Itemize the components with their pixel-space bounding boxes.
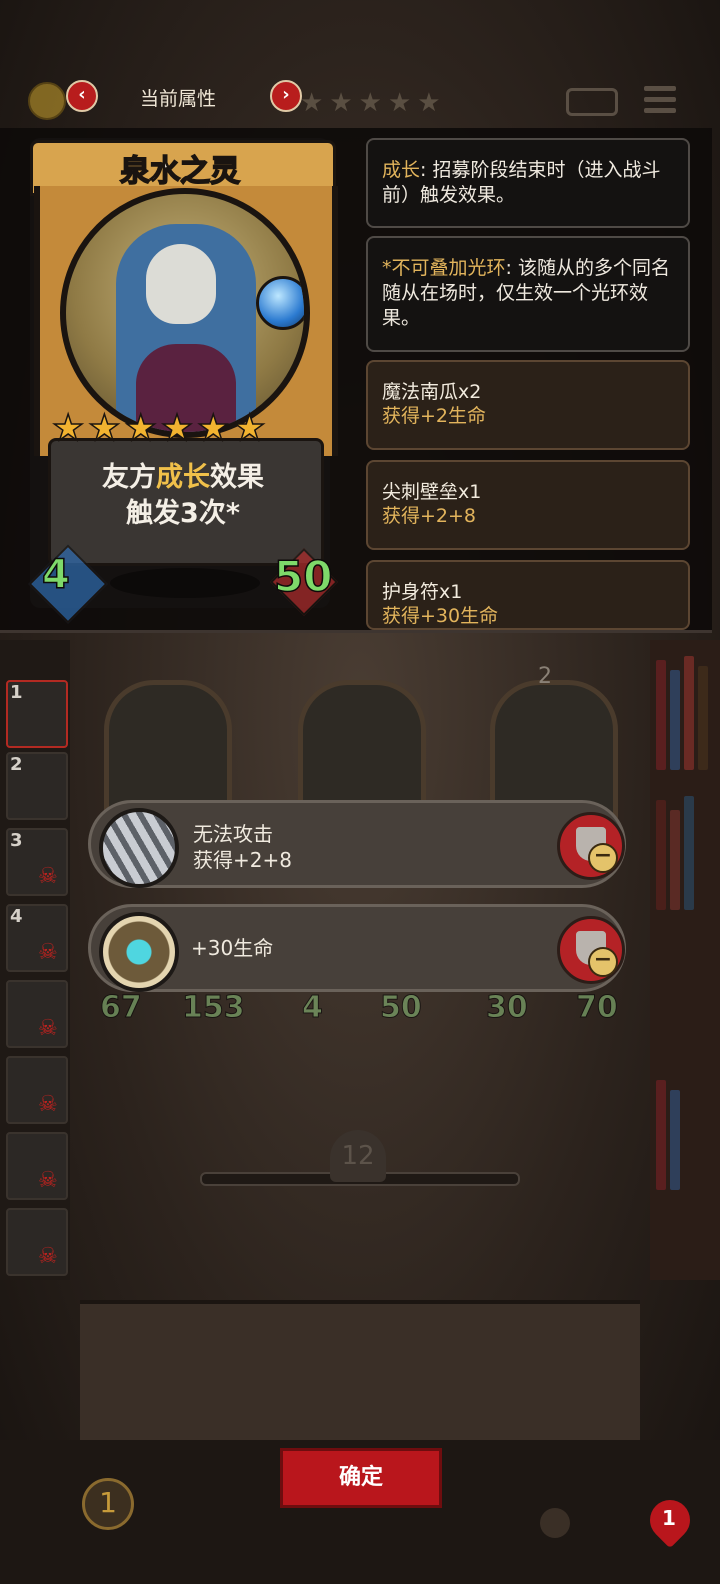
prev-page-button[interactable]: ‹ bbox=[66, 80, 98, 112]
slot-number: 2 bbox=[10, 754, 23, 775]
star-icon: ★ bbox=[358, 88, 382, 118]
warband-slot[interactable]: 1 bbox=[6, 680, 68, 748]
elf-face bbox=[146, 244, 216, 324]
warband-slot[interactable]: 3 ☠ bbox=[6, 828, 68, 896]
card-attack: 4 bbox=[41, 551, 70, 599]
card-name: 泉水之灵 bbox=[119, 153, 241, 190]
level-badge[interactable]: 1 bbox=[82, 1478, 134, 1530]
skull-icon: ☠ bbox=[38, 864, 58, 889]
minus-icon: − bbox=[588, 947, 618, 977]
effect-text-a: 友方 bbox=[102, 462, 156, 493]
lives-count: 1 bbox=[662, 1506, 676, 1530]
buff-source-gain: 获得+30生命 bbox=[382, 605, 499, 627]
star-icon: ★ bbox=[387, 88, 412, 118]
floor-trapdoor bbox=[80, 1300, 640, 1444]
slot-number: 3 bbox=[10, 830, 23, 851]
modifier-row: +30生命 − bbox=[88, 904, 626, 992]
minion-health: 70 bbox=[576, 990, 619, 1026]
skull-icon: ☠ bbox=[38, 1244, 58, 1269]
remove-modifier-button[interactable]: − bbox=[557, 916, 625, 984]
buff-source-item: 尖刺壁垒x1 获得+2+8 bbox=[366, 460, 690, 550]
modifier-line1: 无法攻击 bbox=[193, 822, 273, 846]
card-health: 50 bbox=[273, 551, 333, 602]
modifier-text: 无法攻击 获得+2+8 bbox=[193, 821, 292, 873]
warband-slot[interactable]: 2 bbox=[6, 752, 68, 820]
star-icon: ★ bbox=[51, 407, 85, 450]
modifier-text: +30生命 bbox=[191, 935, 273, 961]
amulet-icon bbox=[99, 912, 179, 992]
skull-icon: ☠ bbox=[38, 1016, 58, 1041]
warband-slot[interactable]: ☠ bbox=[6, 980, 68, 1048]
star-icon: ★ bbox=[124, 407, 158, 450]
minion-attack: 67 bbox=[100, 990, 143, 1026]
keyword-box-growth: 成长: 招募阶段结束时（进入战斗前）触发效果。 bbox=[366, 138, 690, 228]
buff-source-name: 魔法南瓜x2 bbox=[382, 381, 482, 403]
keyword-term: *不可叠加光环 bbox=[382, 257, 506, 279]
water-orb-icon bbox=[256, 276, 304, 330]
buff-source-gain: 获得+2+8 bbox=[382, 505, 477, 527]
buff-source-name: 尖刺壁垒x1 bbox=[382, 481, 482, 503]
minion-attack: 30 bbox=[486, 990, 529, 1026]
spike-wall-icon bbox=[99, 808, 179, 888]
modifier-row: 无法攻击 获得+2+8 − bbox=[88, 800, 626, 888]
fleur-icon bbox=[540, 1508, 570, 1538]
menu-icon[interactable] bbox=[644, 86, 676, 116]
card-star-row: ★ ★ ★ ★ ★ ★ bbox=[51, 407, 312, 450]
buff-source-name: 护身符x1 bbox=[382, 581, 463, 603]
turn-counter: 12 bbox=[330, 1130, 386, 1182]
star-icon: ★ bbox=[160, 407, 194, 450]
keyword-box-aura: *不可叠加光环: 该随从的多个同名随从在场时，仅生效一个光环效果。 bbox=[366, 236, 690, 352]
slot-number: 1 bbox=[10, 682, 23, 703]
minus-icon: − bbox=[588, 843, 618, 873]
panel-title: 当前属性 bbox=[140, 88, 217, 110]
star-icon: ★ bbox=[233, 407, 267, 450]
remove-modifier-button[interactable]: − bbox=[557, 812, 625, 880]
skull-icon: ☠ bbox=[38, 1168, 58, 1193]
battery-icon bbox=[566, 88, 618, 116]
warband-slot[interactable]: 4 ☠ bbox=[6, 904, 68, 972]
buff-source-item: 护身符x1 获得+30生命 bbox=[366, 560, 690, 630]
minion-tier-badge: 2 bbox=[538, 664, 552, 689]
minion-attack: 4 bbox=[302, 990, 324, 1026]
minion-health: 50 bbox=[380, 990, 423, 1026]
card-effect-text: 友方成长效果 触发3次* bbox=[48, 460, 318, 532]
warband-slot[interactable]: ☠ bbox=[6, 1208, 68, 1276]
card-portrait bbox=[60, 188, 310, 438]
slot-number: 4 bbox=[10, 906, 23, 927]
modifier-line2: 获得+2+8 bbox=[193, 848, 292, 872]
effect-keyword: 成长 bbox=[156, 462, 210, 493]
tavern-tier-stars: ★ ★ ★ ★ ★ bbox=[300, 88, 447, 118]
star-icon: ★ bbox=[300, 88, 324, 118]
coin-icon bbox=[28, 82, 66, 120]
card-base bbox=[110, 568, 260, 598]
buff-source-item: 魔法南瓜x2 获得+2生命 bbox=[366, 360, 690, 450]
minion-health: 153 bbox=[182, 990, 246, 1026]
star-icon: ★ bbox=[88, 407, 122, 450]
next-page-button[interactable]: › bbox=[270, 80, 302, 112]
keyword-term: 成长 bbox=[382, 159, 421, 181]
skull-icon: ☠ bbox=[38, 940, 58, 965]
effect-text-b: 效果 bbox=[210, 462, 264, 493]
star-icon: ★ bbox=[417, 88, 441, 118]
warband-slot[interactable]: ☠ bbox=[6, 1056, 68, 1124]
skull-icon: ☠ bbox=[38, 1092, 58, 1117]
effect-text-line2: 触发3次* bbox=[126, 498, 240, 529]
warband-slot[interactable]: ☠ bbox=[6, 1132, 68, 1200]
keyword-desc: : 招募阶段结束时（进入战斗前）触发效果。 bbox=[382, 159, 661, 206]
star-icon: ★ bbox=[196, 407, 230, 450]
buff-source-gain: 获得+2生命 bbox=[382, 405, 487, 427]
modifier-line1: +30生命 bbox=[191, 936, 274, 960]
star-icon: ★ bbox=[329, 88, 353, 118]
right-bookshelf bbox=[650, 640, 720, 1280]
confirm-button[interactable]: 确定 bbox=[280, 1448, 442, 1508]
